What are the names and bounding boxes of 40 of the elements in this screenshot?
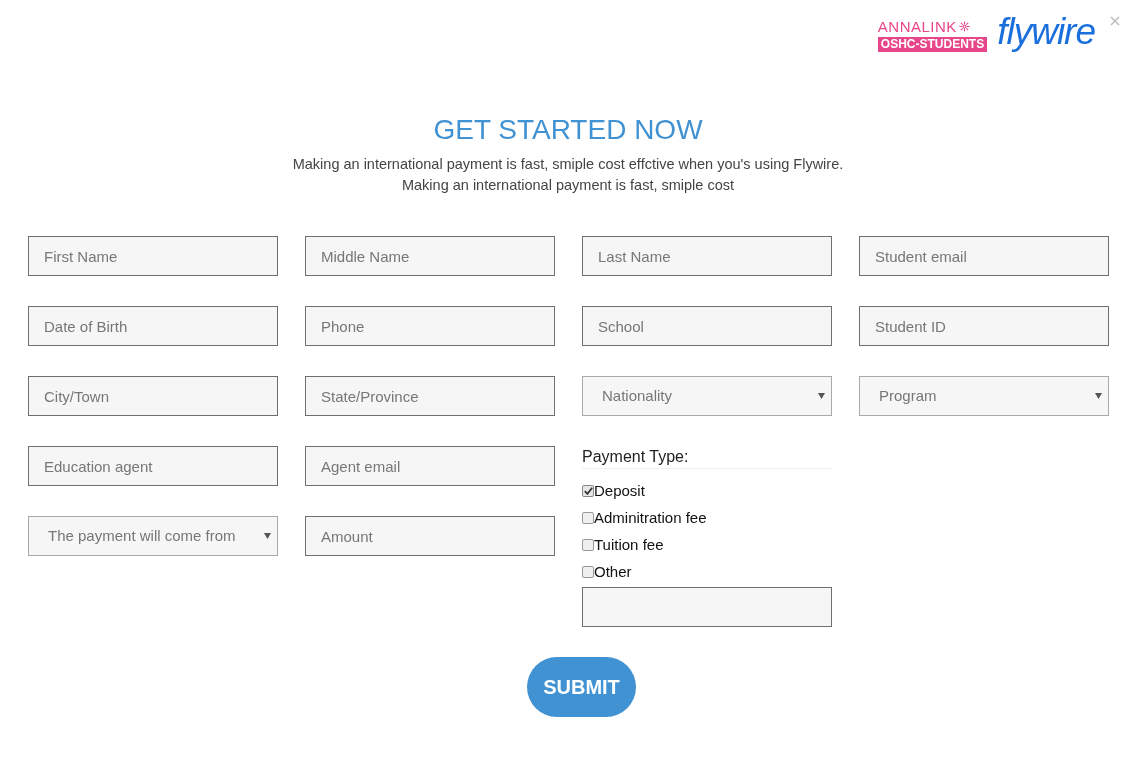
checkmark-icon: [583, 486, 593, 495]
dropdown-field[interactable]: Program: [859, 376, 1109, 416]
text-field[interactable]: Student ID: [859, 306, 1109, 346]
intro-text: Making an international payment is fast, smiple cost: [401, 176, 735, 195]
text-field[interactable]: City/Town: [28, 376, 278, 416]
brand-logo: flywire: [997, 12, 1095, 52]
dropdown-field[interactable]: Nationality: [582, 376, 832, 416]
checkbox-label: Adminitration fee: [594, 508, 707, 527]
text-field[interactable]: Amount: [305, 516, 555, 556]
intro-text: Making an international payment is fast, smiple cost effctive when you's using Flywire.: [292, 155, 844, 174]
text-field[interactable]: State/Province: [305, 376, 555, 416]
text-field[interactable]: School: [582, 306, 832, 346]
text-field[interactable]: [582, 587, 832, 627]
dropdown-field[interactable]: The payment will come from: [28, 516, 278, 556]
text-field[interactable]: Middle Name: [305, 236, 555, 276]
checkbox-label: Other: [594, 562, 632, 581]
text-field[interactable]: Education agent: [28, 446, 278, 486]
caret-icon: [264, 533, 271, 539]
caret-icon: [818, 393, 825, 399]
flower-icon: [958, 21, 970, 32]
text-field[interactable]: Student email: [859, 236, 1109, 276]
close-icon: [1110, 16, 1120, 26]
checkbox[interactable]: [582, 565, 594, 578]
text-field[interactable]: First Name: [28, 236, 278, 276]
page-title: GET STARTED NOW: [433, 113, 703, 147]
text-field[interactable]: Phone: [305, 306, 555, 346]
text-field[interactable]: Last Name: [582, 236, 832, 276]
text-field[interactable]: Agent email: [305, 446, 555, 486]
payment-type-label: Payment Type:: [582, 446, 832, 469]
checkbox[interactable]: [582, 538, 594, 551]
close-button[interactable]: [1109, 15, 1121, 27]
checkbox[interactable]: [582, 484, 594, 497]
text-field[interactable]: Date of Birth: [28, 306, 278, 346]
checkbox-label: Tuition fee: [594, 535, 664, 554]
partner-logo-tagline: OSHC-STUDENTS: [877, 37, 988, 52]
caret-icon: [1095, 393, 1102, 399]
checkbox[interactable]: [582, 511, 594, 524]
checkbox-label: Deposit: [594, 481, 645, 500]
partner-logo-name: ANNALINK: [877, 18, 957, 35]
submit-button[interactable]: SUBMIT: [527, 657, 636, 717]
